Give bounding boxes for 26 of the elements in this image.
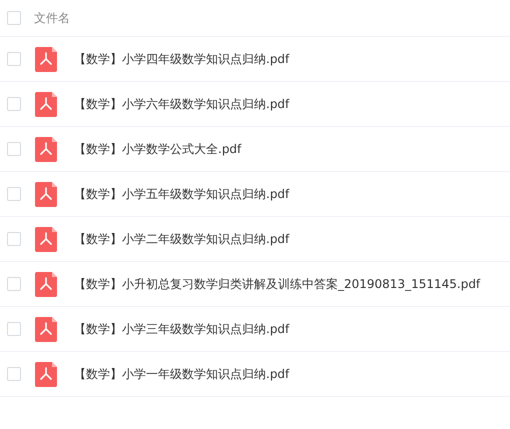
file-name[interactable]: 【数学】小学一年级数学知识点归纳.pdf	[74, 366, 290, 382]
pdf-file-icon	[35, 362, 57, 386]
checkbox[interactable]	[7, 97, 21, 111]
file-name[interactable]: 【数学】小学数学公式大全.pdf	[74, 140, 242, 158]
file-name[interactable]: 【数学】小升初总复习数学归类讲解及训练中答案_20190813_151145.pdf	[74, 276, 480, 292]
checkbox[interactable]	[7, 187, 21, 201]
checkbox[interactable]	[7, 52, 21, 66]
checkbox[interactable]	[7, 367, 21, 381]
pdf-file-icon	[35, 316, 57, 342]
file-name[interactable]: 【数学】小学四年级数学知识点归纳.pdf	[74, 50, 290, 68]
pdf-file-icon	[35, 46, 57, 72]
checkbox[interactable]	[7, 322, 21, 336]
pdf-file-icon	[35, 92, 57, 116]
column-header: 文件名	[34, 10, 70, 26]
file-name[interactable]: 【数学】小学六年级数学知识点归纳.pdf	[74, 96, 290, 112]
file-name[interactable]: 【数学】小学二年级数学知识点归纳.pdf	[74, 230, 290, 248]
pdf-file-icon	[35, 272, 57, 296]
pdf-file-icon	[35, 226, 57, 252]
file-name[interactable]: 【数学】小学五年级数学知识点归纳.pdf	[74, 186, 290, 202]
pdf-file-icon	[35, 182, 57, 206]
checkbox[interactable]	[7, 232, 21, 246]
checkbox[interactable]	[7, 142, 21, 156]
checkbox[interactable]	[7, 11, 21, 25]
pdf-file-icon	[35, 136, 57, 162]
file-name[interactable]: 【数学】小学三年级数学知识点归纳.pdf	[74, 320, 290, 338]
checkbox[interactable]	[7, 277, 21, 291]
